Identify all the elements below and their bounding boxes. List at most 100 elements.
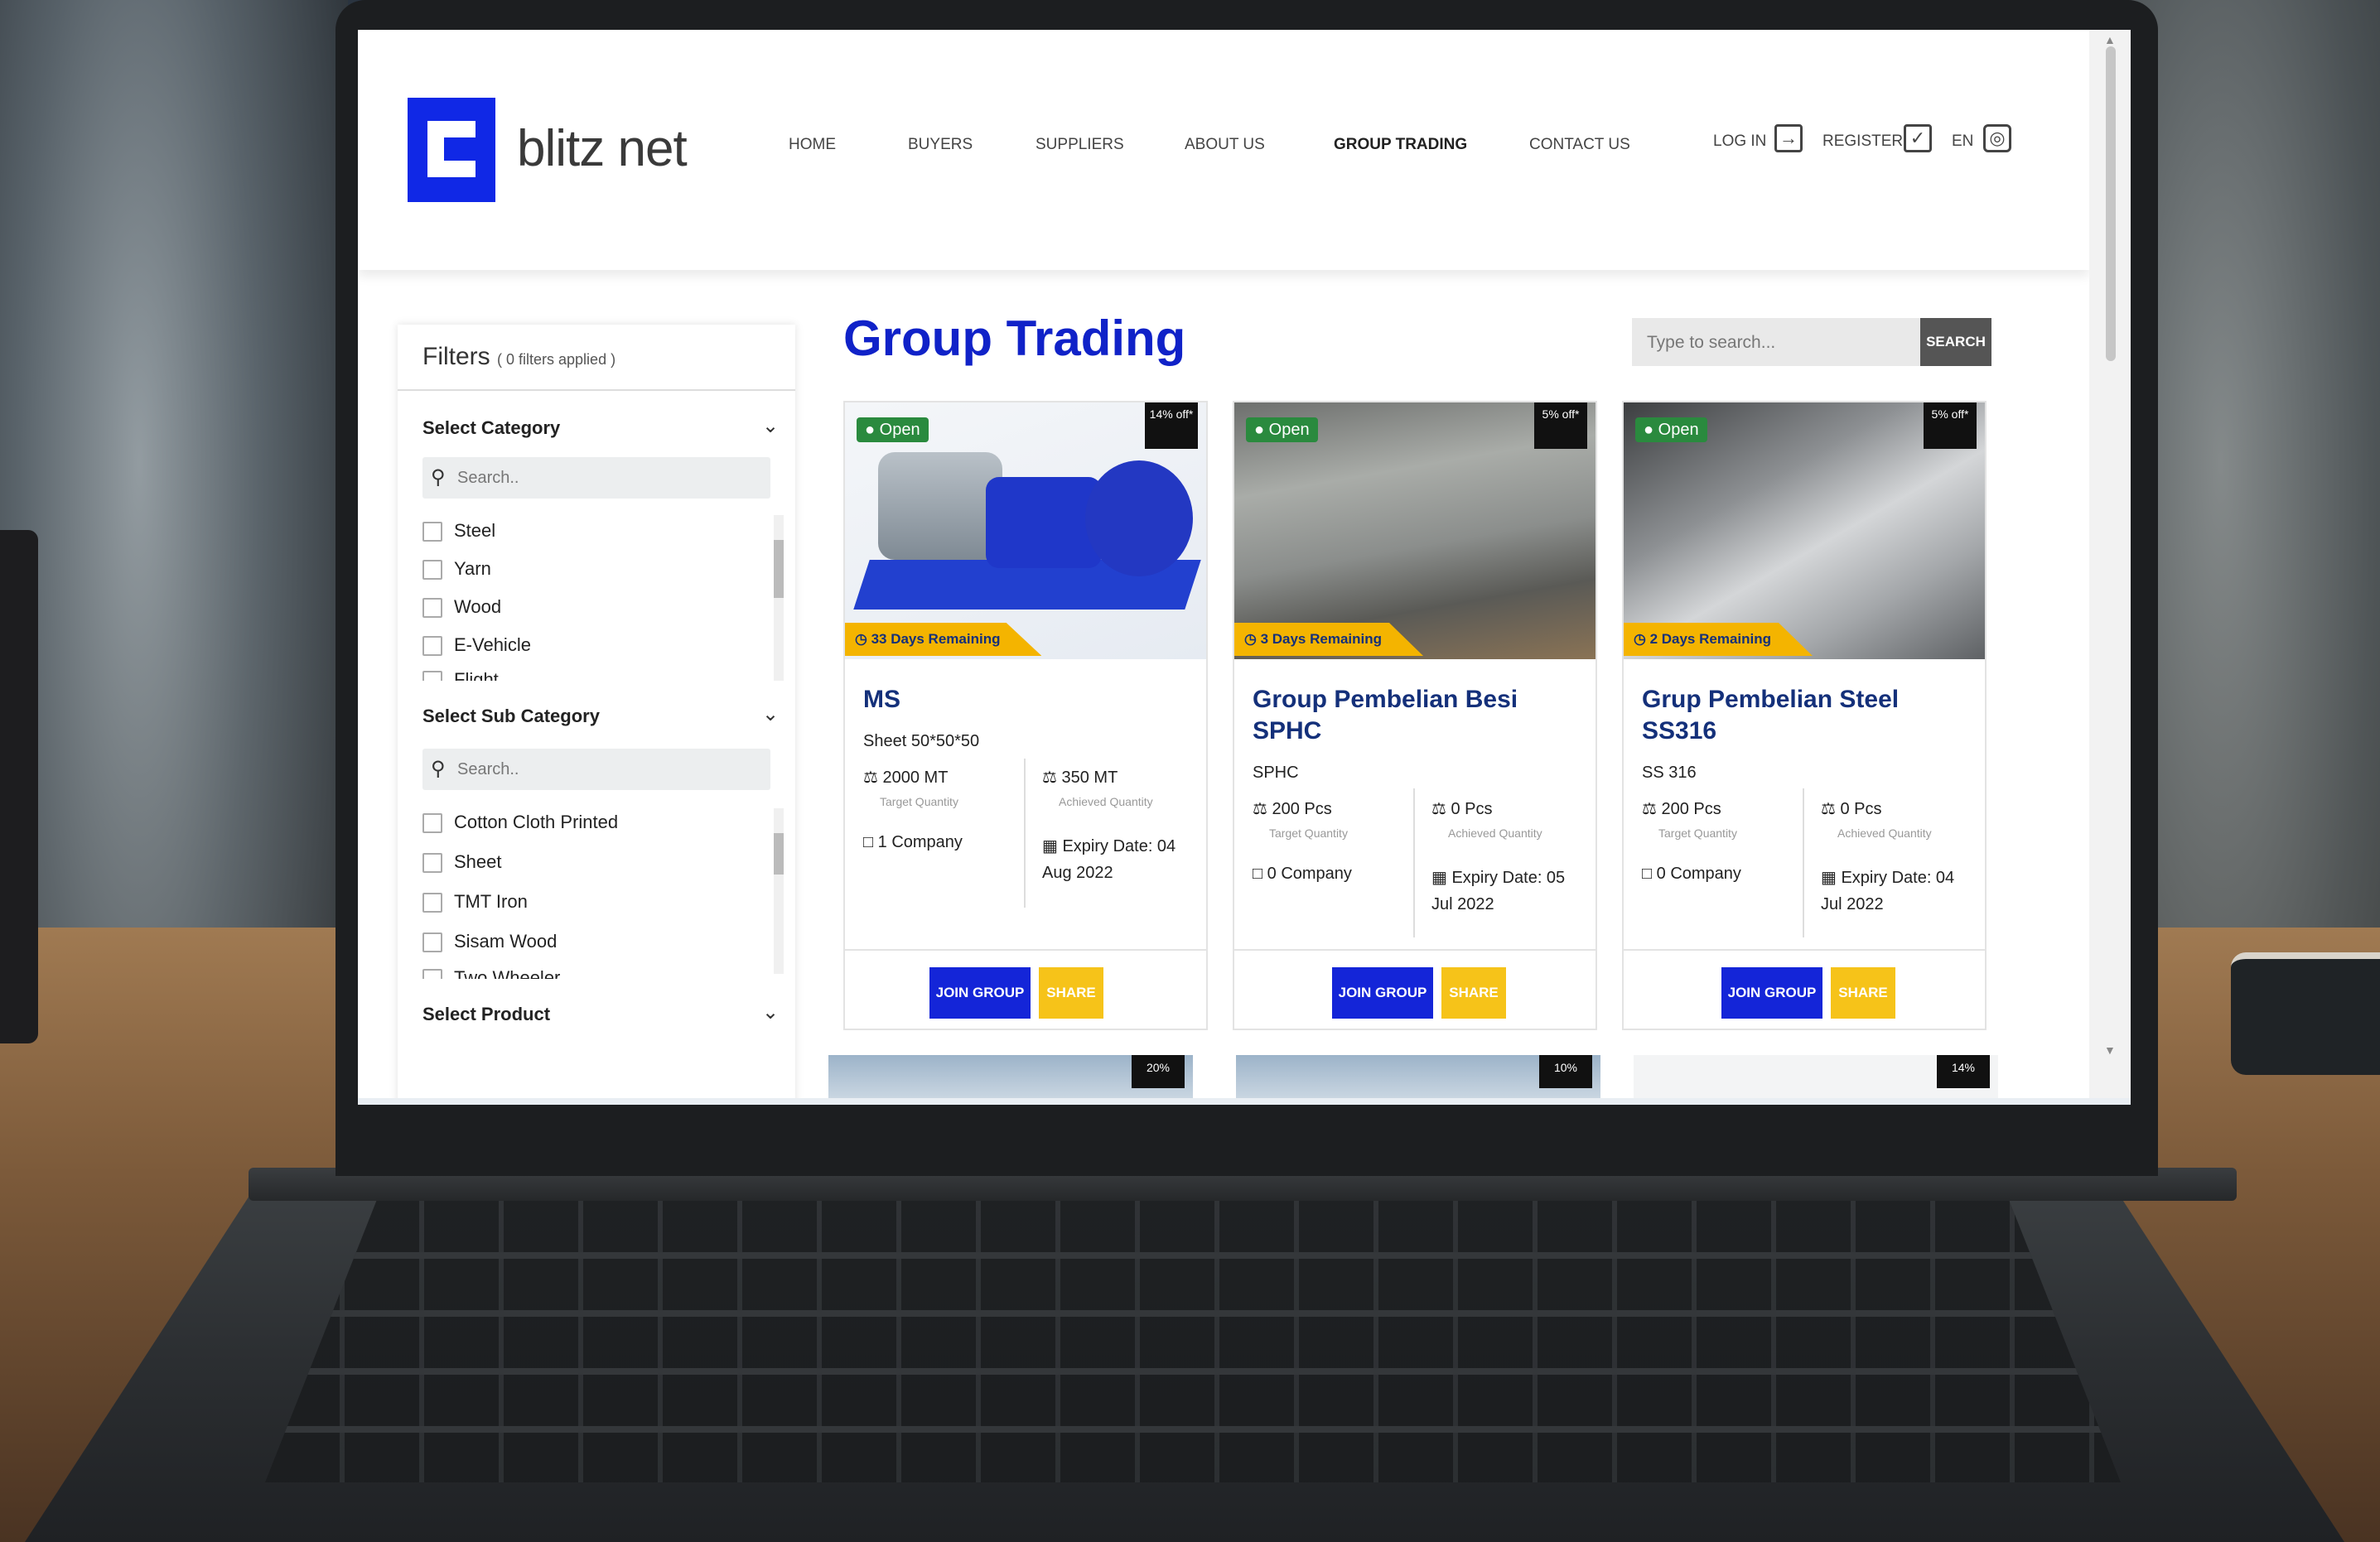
card-title[interactable]: Grup Pembelian Steel SS316 <box>1642 684 1973 747</box>
expiry-date: ▦ Expiry Date: 05 Jul 2022 <box>1431 869 1566 913</box>
laptop-screen: blitz net HOME BUYERS SUPPLIERS ABOUT US… <box>358 30 2131 1105</box>
pump-volute-shape <box>1085 460 1193 576</box>
page-title: Group Trading <box>843 311 1186 366</box>
achieved-quantity: ⚖ 0 Pcs <box>1431 800 1493 818</box>
checkbox[interactable] <box>422 560 442 581</box>
sub-category-search-placeholder: Search.. <box>457 760 519 778</box>
select-product-title[interactable]: Select Product <box>422 1004 550 1025</box>
category-option-e-vehicle[interactable]: E-Vehicle <box>422 634 531 657</box>
achieved-quantity-label: Achieved Quantity <box>1059 795 1153 808</box>
card-title[interactable]: MS <box>863 684 1195 716</box>
join-group-button[interactable]: JOIN GROUP <box>1332 967 1433 1019</box>
category-option-steel[interactable]: Steel <box>422 520 495 542</box>
category-option-yarn[interactable]: Yarn <box>422 558 491 581</box>
checkbox[interactable] <box>422 893 442 913</box>
checkbox[interactable] <box>422 522 442 542</box>
category-option-wood[interactable]: Wood <box>422 596 501 619</box>
sub-category-option-sheet[interactable]: Sheet <box>422 851 502 874</box>
target-quantity-value: 200 Pcs <box>1272 800 1332 818</box>
register-link[interactable]: REGISTER <box>1822 133 1903 151</box>
sub-category-option-two-wheeler[interactable]: Two Wheeler <box>422 967 560 979</box>
brand-name[interactable]: blitz net <box>517 119 688 178</box>
achieved-quantity-value: 0 Pcs <box>1451 800 1493 818</box>
card-divider <box>845 949 1206 951</box>
share-button[interactable]: SHARE <box>1441 967 1506 1019</box>
select-category-title[interactable]: Select Category <box>422 417 560 439</box>
days-remaining-text: 33 Days Remaining <box>871 631 1001 647</box>
checkbox[interactable] <box>422 598 442 619</box>
group-card[interactable]: ● Open 14% off* ◷ 33 Days Remaining MS S… <box>843 401 1208 1030</box>
next-card-peek[interactable]: 14% <box>1634 1055 1998 1105</box>
sub-category-option-cotton-cloth-printed[interactable]: Cotton Cloth Printed <box>422 812 618 834</box>
discount-badge: 10% <box>1539 1055 1592 1088</box>
join-group-button[interactable]: JOIN GROUP <box>929 967 1031 1019</box>
checkbox[interactable] <box>422 671 442 681</box>
target-quantity: ⚖ 200 Pcs <box>1253 800 1332 818</box>
scroll-down-arrow-icon[interactable]: ▼ <box>2104 1043 2116 1057</box>
filters-heading: Filters <box>422 343 490 370</box>
option-label: Yarn <box>454 558 491 579</box>
target-quantity: ⚖ 2000 MT <box>863 769 949 787</box>
blitznet-logo-icon[interactable] <box>408 98 495 202</box>
option-label: Sisam Wood <box>454 931 558 952</box>
discount-badge: 14% <box>1937 1055 1990 1088</box>
status-badge: ● Open <box>857 417 929 442</box>
group-card[interactable]: ● Open 5% off* ◷ 2 Days Remaining Grup P… <box>1622 401 1987 1030</box>
stat-divider <box>1024 759 1026 908</box>
search-input[interactable]: Type to search... <box>1632 318 1920 366</box>
checkbox[interactable] <box>422 969 442 979</box>
group-card[interactable]: ● Open 5% off* ◷ 3 Days Remaining Group … <box>1233 401 1597 1030</box>
nav-contact-us[interactable]: CONTACT US <box>1529 136 1630 154</box>
register-check-icon[interactable]: ✓ <box>1904 124 1932 152</box>
checkbox[interactable] <box>422 813 442 834</box>
nav-suppliers[interactable]: SUPPLIERS <box>1036 136 1124 154</box>
chevron-down-icon[interactable]: ⌄ <box>762 702 779 726</box>
nav-home[interactable]: HOME <box>789 136 836 154</box>
search-placeholder: Type to search... <box>1647 333 1776 352</box>
scroll-up-arrow-icon[interactable]: ▲ <box>2104 33 2116 46</box>
sub-category-search-input[interactable]: ⚲ Search.. <box>422 749 770 790</box>
company-count-text: 0 Company <box>1267 865 1352 883</box>
expiry-date-text: Expiry Date: 04 Jul 2022 <box>1821 869 1955 913</box>
category-search-placeholder: Search.. <box>457 469 519 487</box>
days-remaining-text: 3 Days Remaining <box>1260 631 1383 647</box>
nav-group-trading[interactable]: GROUP TRADING <box>1334 136 1467 154</box>
page-scrollbar-thumb[interactable] <box>2106 46 2116 361</box>
language-label[interactable]: EN <box>1952 133 1973 151</box>
next-card-peek[interactable]: 10% <box>1236 1055 1600 1105</box>
checkbox[interactable] <box>422 636 442 657</box>
checkbox[interactable] <box>422 853 442 874</box>
sub-category-option-tmt-iron[interactable]: TMT Iron <box>422 891 528 913</box>
category-option-flight[interactable]: Flight <box>422 669 499 681</box>
discount-badge: 5% off* <box>1924 402 1977 449</box>
option-label: Two Wheeler <box>454 967 561 979</box>
target-quantity: ⚖ 200 Pcs <box>1642 800 1721 818</box>
search-button[interactable]: SEARCH <box>1920 318 1991 366</box>
card-divider <box>1624 949 1985 951</box>
next-card-peek[interactable]: 20% <box>828 1055 1193 1105</box>
select-sub-category-title[interactable]: Select Sub Category <box>422 706 600 727</box>
checkbox[interactable] <box>422 932 442 953</box>
nav-about-us[interactable]: ABOUT US <box>1185 136 1265 154</box>
nav-buyers[interactable]: BUYERS <box>908 136 973 154</box>
category-list-scrollbar[interactable] <box>774 515 784 681</box>
chevron-down-icon[interactable]: ⌄ <box>762 414 779 438</box>
card-subtitle: SPHC <box>1253 764 1299 782</box>
target-quantity-label: Target Quantity <box>1658 826 1737 840</box>
join-group-button[interactable]: JOIN GROUP <box>1721 967 1822 1019</box>
share-button[interactable]: SHARE <box>1831 967 1895 1019</box>
sub-category-option-sisam-wood[interactable]: Sisam Wood <box>422 931 558 953</box>
card-title[interactable]: Group Pembelian Besi SPHC <box>1253 684 1584 747</box>
option-label: Sheet <box>454 851 502 872</box>
login-link[interactable]: LOG IN <box>1713 133 1766 151</box>
sub-category-list-scrollbar[interactable] <box>774 808 784 974</box>
share-button[interactable]: SHARE <box>1039 967 1103 1019</box>
login-icon[interactable]: → <box>1774 124 1803 152</box>
status-text: Open <box>879 421 920 439</box>
screen-bottom-edge <box>358 1098 2131 1105</box>
chevron-down-icon[interactable]: ⌄ <box>762 1000 779 1024</box>
discount-badge: 20% <box>1132 1055 1185 1088</box>
stat-divider <box>1413 788 1415 937</box>
category-search-input[interactable]: ⚲ Search.. <box>422 457 770 499</box>
globe-icon[interactable]: ◎ <box>1983 124 2011 152</box>
